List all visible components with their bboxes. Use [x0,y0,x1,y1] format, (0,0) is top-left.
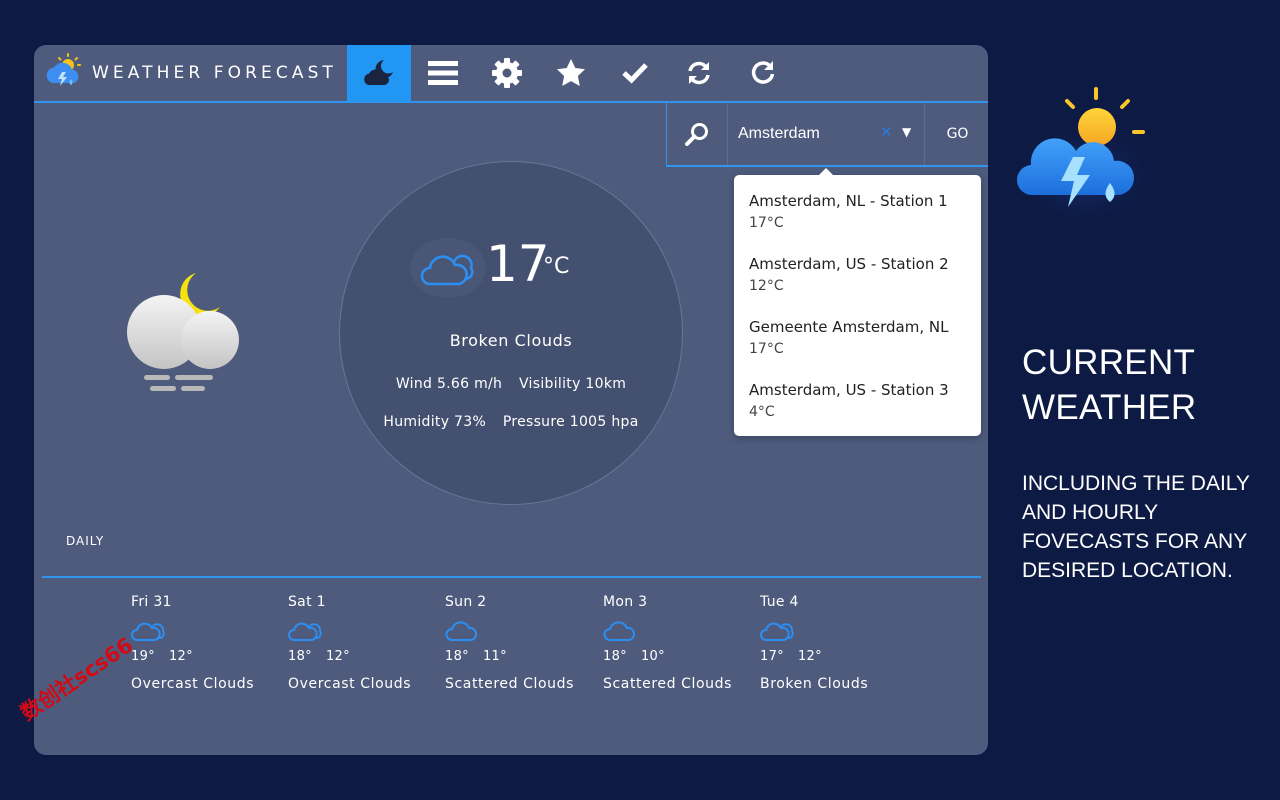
day-name: Tue 4 [760,594,799,610]
search-button[interactable] [667,103,728,165]
day-low: 12° [797,649,822,664]
storm-logo-icon [46,53,81,86]
moon-cloud-icon [364,60,393,85]
current-temperature: 17 [486,235,550,293]
humidity-value: Humidity 73% [383,414,487,430]
current-weather-card: 17 °C Broken Clouds Wind 5.66 m/h Visibi… [339,161,683,505]
sync-icon [688,61,710,85]
go-button[interactable]: GO [924,103,988,165]
refresh-icon [751,61,775,84]
promo-title: CURRENT WEATHER [1022,340,1197,430]
pressure-value: Pressure 1005 hpa [502,414,639,430]
daily-forecast-item[interactable]: Sun 2 18° 11° Scattered Clouds [445,594,595,692]
day-name: Fri 31 [131,594,172,610]
promo-title-line: WEATHER [1022,388,1197,427]
day-description: Scattered Clouds [603,676,733,692]
suggestion-name: Amsterdam, US - Station 2 [749,255,949,273]
day-description: Overcast Clouds [288,676,412,692]
search-input[interactable] [738,121,876,147]
daily-forecast-item[interactable]: Tue 4 17° 12° Broken Clouds [760,594,910,692]
broken-clouds-icon [420,254,474,286]
daily-divider [42,576,981,578]
nav-menu[interactable] [411,45,475,101]
broken-clouds-icon [288,622,322,641]
broken-clouds-icon [131,622,165,641]
suggestion-temp: 4°C [749,404,775,420]
location-suggestions: Amsterdam, NL - Station 1 17°C Amsterdam… [734,168,981,436]
search-bar: ✕ ▼ GO [666,103,988,167]
top-bar: WEATHER FORECAST [34,45,988,103]
day-high: 18° [603,649,627,664]
day-description: Overcast Clouds [131,676,255,692]
nav-sync[interactable] [667,45,731,101]
humidity-pressure-row: Humidity 73% Pressure 1005 hpa [340,414,682,430]
temperature-unit: °C [543,254,570,279]
promo-subtitle: INCLUDING THE DAILY AND HOURLY FOVECASTS… [1022,472,1250,582]
suggestion-item[interactable]: Gemeente Amsterdam, NL 17°C [749,318,948,357]
day-low: 10° [640,649,665,664]
day-low: 12° [325,649,350,664]
day-high: 18° [445,649,469,664]
suggestion-name: Amsterdam, US - Station 3 [749,381,949,399]
app-title: WEATHER FORECAST [92,63,337,83]
day-description: Scattered Clouds [445,676,575,692]
day-low: 11° [482,649,507,664]
nav-favorites[interactable] [539,45,603,101]
suggestion-name: Amsterdam, NL - Station 1 [749,192,948,210]
suggestion-item[interactable]: Amsterdam, NL - Station 1 17°C [749,192,948,231]
check-icon [622,63,648,84]
app-window: WEATHER FORECAST Amsterdam ✕ ▼ GO 17 °C … [34,45,988,755]
daily-forecast-item[interactable]: Sat 1 18° 12° Overcast Clouds [288,594,438,692]
nav-current-weather[interactable] [347,45,411,101]
storm-weather-icon [1015,87,1155,220]
day-high: 17° [760,649,784,664]
wind-value: Wind 5.66 m/h [395,376,503,392]
promo-title-line: CURRENT [1022,343,1196,382]
brand: WEATHER FORECAST [44,50,337,96]
day-high: 18° [288,649,312,664]
day-name: Mon 3 [603,594,648,610]
menu-icon [428,61,458,85]
suggestion-item[interactable]: Amsterdam, US - Station 2 12°C [749,255,949,294]
night-cloudy-fog-icon [122,267,242,401]
daily-forecast-item[interactable]: Fri 31 19° 12° Overcast Clouds [131,594,281,692]
broken-clouds-icon [760,622,794,641]
wind-visibility-row: Wind 5.66 m/h Visibility 10km [340,376,682,392]
suggestion-temp: 12°C [749,278,784,294]
search-icon [685,123,708,146]
suggestion-name: Gemeente Amsterdam, NL [749,318,949,336]
nav-check[interactable] [603,45,667,101]
nav-refresh[interactable] [731,45,795,101]
current-description: Broken Clouds [449,331,573,350]
nav-settings[interactable] [475,45,539,101]
cloud-icon [445,621,478,641]
day-name: Sun 2 [445,594,487,610]
star-icon [557,59,585,86]
day-name: Sat 1 [288,594,326,610]
location-dropdown-toggle[interactable]: ▼ [902,125,911,139]
daily-forecast-item[interactable]: Mon 3 18° 10° Scattered Clouds [603,594,753,692]
suggestion-item[interactable]: Amsterdam, US - Station 3 4°C [749,381,949,420]
daily-label: DAILY [66,534,105,548]
suggestion-temp: 17°C [749,215,784,231]
day-low: 12° [168,649,193,664]
gear-icon [492,58,522,88]
day-description: Broken Clouds [760,676,869,692]
suggestion-temp: 17°C [749,341,784,357]
clear-search-button[interactable]: ✕ [880,123,893,141]
visibility-value: Visibility 10km [518,376,627,392]
cloud-icon [603,621,636,641]
